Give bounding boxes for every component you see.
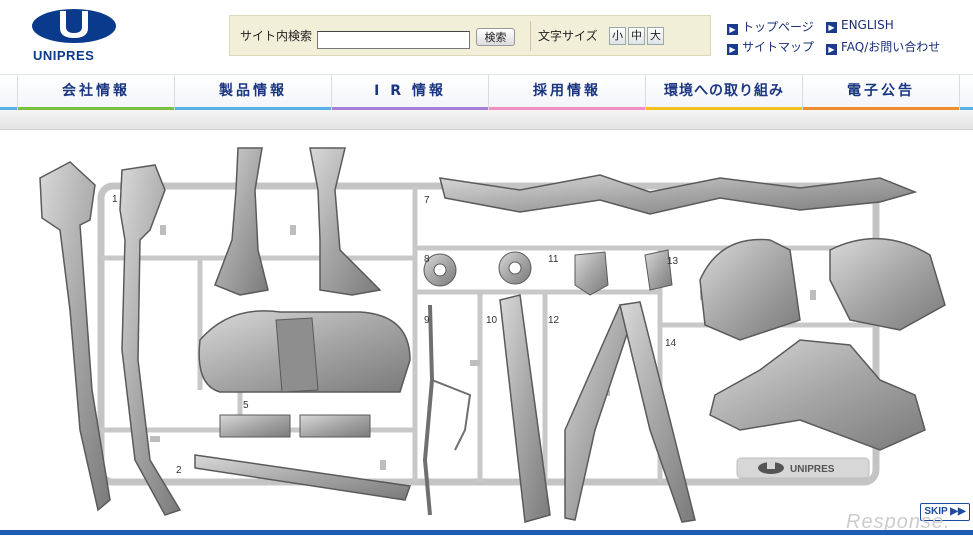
sitemap-link[interactable]: ▶ サイトマップ: [727, 38, 814, 55]
font-size-medium-button[interactable]: 中: [628, 27, 645, 45]
top-page-link[interactable]: ▶ トップページ: [727, 18, 814, 35]
faq-contact-link[interactable]: ▶ FAQ/お問い合わせ: [826, 38, 940, 55]
english-link[interactable]: ▶ ENGLISH: [826, 18, 894, 33]
part-number-label: 1: [112, 194, 118, 205]
plate-logo-text: UNIPRES: [790, 464, 835, 475]
divider: [530, 21, 531, 51]
part-number-label: 11: [548, 254, 559, 265]
search-label: サイト内検索: [240, 29, 313, 43]
part-number-label: 2: [176, 465, 182, 476]
footer-strip: [0, 530, 973, 545]
part-number-label: 9: [424, 315, 430, 326]
global-nav: 会社情報 製品情報 I R 情報 採用情報 環境への取り組み 電子公告: [0, 74, 973, 111]
nav-environment[interactable]: 環境への取り組み: [645, 75, 802, 111]
part-number-label: 10: [486, 315, 498, 326]
nav-ir-info[interactable]: I R 情報: [331, 75, 488, 111]
part-number-label: 5: [243, 400, 249, 411]
font-size-large-button[interactable]: 大: [647, 27, 664, 45]
site-search-input[interactable]: [317, 31, 470, 49]
font-size-label: 文字サイズ: [538, 29, 598, 43]
part-number-label: 13: [667, 256, 679, 267]
unipres-homepage: UNIPRES サイト内検索 検索 文字サイズ 小 中 大 ▶ トップページ ▶ E…: [0, 0, 973, 545]
nav-public-notice[interactable]: 電子公告: [802, 75, 959, 111]
nav-products[interactable]: 製品情報: [174, 75, 331, 111]
nav-recruitment[interactable]: 採用情報: [488, 75, 645, 111]
font-size-small-button[interactable]: 小: [609, 27, 626, 45]
hero-parts-illustration[interactable]: UNIPRES 1 2 5 7 8 9 10 11 12 13 14: [0, 130, 973, 530]
search-panel: サイト内検索 検索 文字サイズ 小 中 大: [229, 15, 711, 56]
logo-wordmark: UNIPRES: [33, 48, 95, 63]
plastic-model-parts-sprue-icon: UNIPRES 125789 1011121314: [39, 147, 946, 523]
part-number-label: 14: [665, 338, 677, 349]
arrow-right-icon: ▶: [826, 44, 837, 55]
search-button[interactable]: 検索: [476, 28, 515, 46]
part-number-label: 7: [424, 195, 430, 206]
unipres-logo-mark-icon: [32, 9, 116, 43]
arrow-right-icon: ▶: [727, 24, 738, 35]
part-number-label: 12: [548, 315, 560, 326]
footer-blue-bar: [0, 530, 973, 535]
arrow-right-icon: ▶: [727, 44, 738, 55]
arrow-right-icon: ▶: [826, 22, 837, 33]
nav-company-info[interactable]: 会社情報: [17, 75, 174, 111]
part-number-label: 8: [424, 254, 430, 265]
nav-shadow-bar: [0, 110, 973, 130]
